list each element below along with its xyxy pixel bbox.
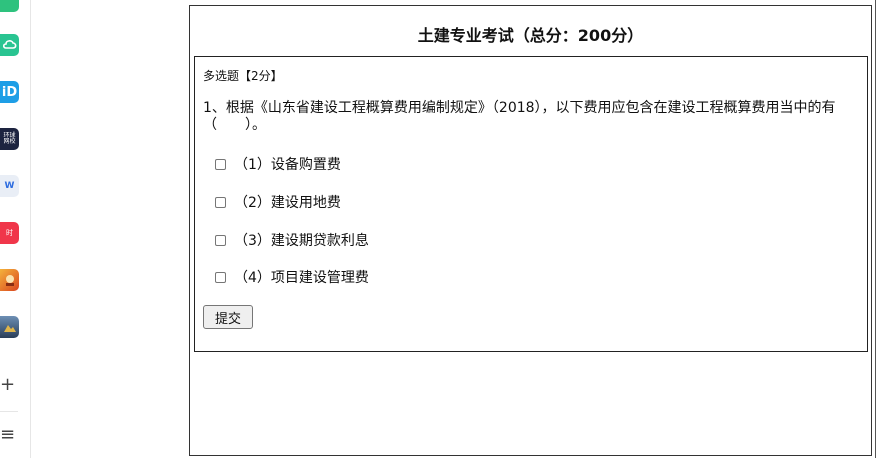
exam-title: 土建专业考试（总分：200分） xyxy=(417,26,644,45)
window-edge xyxy=(875,0,876,458)
option-2[interactable]: （2）建设用地费 xyxy=(215,192,341,212)
option-2-label: （2）建设用地费 xyxy=(234,195,341,211)
ip-app-icon[interactable]: iD xyxy=(0,81,19,103)
app-icon-green-top[interactable] xyxy=(0,0,19,12)
exam-frame: 土建专业考试（总分：200分） 多选题【2分】 1、根据《山东省建设工程概算费用… xyxy=(189,5,872,456)
option-2-checkbox[interactable] xyxy=(215,196,226,208)
question-text: 1、根据《山东省建设工程概算费用编制规定》（2018），以下费用应包含在建设工程… xyxy=(203,100,836,133)
option-1[interactable]: （1）设备购置费 xyxy=(215,154,341,174)
landscape-app-icon[interactable] xyxy=(0,316,19,338)
question-card: 多选题【2分】 1、根据《山东省建设工程概算费用编制规定》（2018），以下费用… xyxy=(194,56,868,352)
option-3-label: （3）建设期贷款利息 xyxy=(234,233,369,249)
menu-icon[interactable]: ≡ xyxy=(0,426,16,444)
submit-button[interactable]: 提交 xyxy=(203,305,253,329)
doc-app-icon[interactable]: W xyxy=(0,175,19,197)
game-app-icon[interactable] xyxy=(0,269,19,291)
option-1-label: （1）设备购置费 xyxy=(234,157,341,173)
question-type-label: 多选题【2分】 xyxy=(203,69,283,83)
option-4-label: （4）项目建设管理费 xyxy=(234,270,369,286)
red-app-icon[interactable]: 时 xyxy=(0,222,19,244)
news-app-icon[interactable]: 环球 网校 xyxy=(0,128,19,150)
option-3[interactable]: （3）建设期贷款利息 xyxy=(215,230,369,250)
option-3-checkbox[interactable] xyxy=(215,234,226,246)
add-icon[interactable]: + xyxy=(0,376,16,394)
option-4[interactable]: （4）项目建设管理费 xyxy=(215,267,369,287)
cloud-app-icon[interactable] xyxy=(0,34,19,56)
option-4-checkbox[interactable] xyxy=(215,271,226,283)
option-1-checkbox[interactable] xyxy=(215,158,226,170)
sidebar-divider xyxy=(0,411,18,412)
app-sidebar: iD 环球 网校 W 时 + ≡ xyxy=(0,0,31,458)
